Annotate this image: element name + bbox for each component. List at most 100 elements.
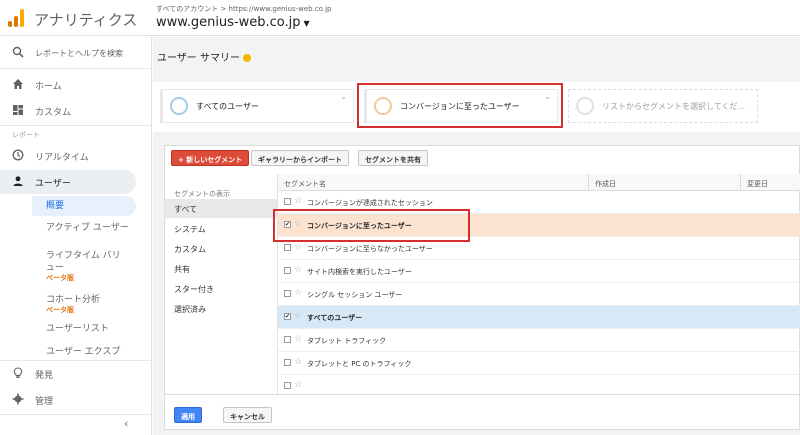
property-name: www.genius-web.co.jp <box>156 15 301 30</box>
star-icon[interactable]: ☆ <box>294 242 302 252</box>
segment-table: セグメント名 作成日 変更日 ☆ コンバージョンが達成されたセッション ✔ ☆ … <box>277 174 800 394</box>
divider <box>0 68 152 69</box>
search-icon <box>12 46 24 58</box>
sidebar-subitem-active-users[interactable]: アクティブ ユーザー <box>46 222 129 234</box>
divider <box>0 414 152 415</box>
search-label: レポートとヘルプを検索 <box>35 49 123 58</box>
top-bar: アナリティクス すべてのアカウント > https://www.genius-w… <box>0 0 800 36</box>
sidebar-item-admin[interactable]: 管理 <box>0 388 152 412</box>
divider <box>0 125 152 126</box>
segment-card-all-users[interactable]: すべてのユーザー ⌄ <box>160 89 354 123</box>
star-icon[interactable]: ☆ <box>294 311 302 321</box>
ltv-label-line1: ライフタイム バリ <box>46 251 121 261</box>
sidebar-subitem-user-explorer[interactable]: ユーザー エクスプ <box>46 346 120 358</box>
segment-name: すべてのユーザー <box>307 314 363 322</box>
new-segment-button[interactable]: + 新しいセグメント <box>171 150 250 166</box>
sidebar-item-home[interactable]: ホーム <box>0 73 152 97</box>
sidebar-subitem-overview[interactable]: 概要 <box>32 196 136 216</box>
segment-strip: すべてのユーザー ⌄ コンバージョンに至ったユーザー ⌄ リストからセグメントを… <box>153 82 800 132</box>
row-checkbox[interactable] <box>284 336 291 343</box>
import-gallery-button[interactable]: ギャラリーからインポート <box>251 150 349 166</box>
home-icon <box>13 79 23 89</box>
row-checkbox[interactable] <box>284 382 291 389</box>
segment-placeholder-label: リストからセグメントを選択してくだ... <box>602 102 746 111</box>
sidebar-search[interactable]: レポートとヘルプを検索 <box>0 41 152 65</box>
sidebar-subitem-user-list[interactable]: ユーザーリスト <box>46 323 109 335</box>
caret-down-icon: ▼ <box>303 19 310 28</box>
segment-label: すべてのユーザー <box>196 102 259 111</box>
chevron-down-icon[interactable]: ⌄ <box>340 92 347 101</box>
row-checkbox[interactable] <box>284 198 291 205</box>
table-row[interactable]: ☆ シングル セッション ユーザー <box>278 283 800 306</box>
column-header-created[interactable]: 作成日 <box>588 174 740 191</box>
sidebar-label: 発見 <box>35 371 54 381</box>
row-checkbox[interactable] <box>284 290 291 297</box>
panel-footer: 適用 キャンセル <box>165 394 800 431</box>
filter-item-starred[interactable]: スター付き <box>165 279 277 298</box>
collapse-sidebar-icon[interactable]: ‹ <box>124 417 128 430</box>
star-icon[interactable]: ☆ <box>294 288 302 298</box>
segment-picker-panel: + 新しいセグメント ギャラリーからインポート セグメントを共有 セグメントの表… <box>164 145 800 430</box>
beta-badge: ベータ版 <box>46 306 74 314</box>
star-icon[interactable]: ☆ <box>294 196 302 206</box>
sidebar-item-custom[interactable]: カスタム <box>0 99 152 123</box>
segment-name: サイト内検索を実行したユーザー <box>307 268 412 276</box>
filter-item-selected[interactable]: 選択済み <box>165 299 277 318</box>
table-row[interactable]: ☆ サイト内検索を実行したユーザー <box>278 260 800 283</box>
person-icon <box>13 176 23 186</box>
sidebar-item-user[interactable]: ユーザー <box>0 170 136 194</box>
star-icon[interactable]: ☆ <box>294 265 302 275</box>
column-header-name[interactable]: セグメント名 <box>278 174 588 191</box>
segment-name: タブレット トラフィック <box>307 337 387 345</box>
breadcrumb[interactable]: すべてのアカウント > https://www.genius-web.co.jp <box>156 4 331 14</box>
dashboard-icon <box>13 105 23 115</box>
divider <box>0 360 152 361</box>
sidebar-item-realtime[interactable]: リアルタイム <box>0 144 152 168</box>
segment-card-placeholder[interactable]: リストからセグメントを選択してくだ... <box>568 89 758 123</box>
app-title: アナリティクス <box>34 11 138 29</box>
column-header-modified[interactable]: 変更日 <box>740 174 800 191</box>
page-title-text: ユーザー サマリー <box>157 53 240 64</box>
segment-name: シングル セッション ユーザー <box>307 291 403 299</box>
segment-ring-icon <box>170 97 188 115</box>
share-segment-button[interactable]: セグメントを共有 <box>358 150 428 166</box>
row-checkbox[interactable] <box>284 267 291 274</box>
highlight-box <box>357 83 563 128</box>
sidebar-subitem-lifetime-value[interactable]: ライフタイム バリ ュー ベータ版 <box>46 250 121 283</box>
page-title: ユーザー サマリー <box>157 49 251 64</box>
segment-name: タブレットと PC のトラフィック <box>307 360 412 368</box>
star-icon[interactable]: ☆ <box>294 334 302 344</box>
segment-ring-icon <box>576 97 594 115</box>
analytics-logo-icon[interactable] <box>8 9 24 27</box>
clock-icon <box>12 149 24 161</box>
section-label-reports: レポート <box>12 131 40 139</box>
row-checkbox[interactable] <box>284 244 291 251</box>
sidebar-label: 管理 <box>35 397 54 407</box>
row-checkbox[interactable] <box>284 359 291 366</box>
filter-item-system[interactable]: システム <box>165 219 277 238</box>
table-row[interactable]: ☆ タブレット トラフィック <box>278 329 800 352</box>
segment-filter-list: セグメントの表示 すべて システム カスタム 共有 スター付き 選択済み <box>165 174 277 394</box>
table-row[interactable]: ☆ <box>278 375 800 394</box>
sidebar-label: カスタム <box>35 108 72 118</box>
sidebar-label: ホーム <box>35 82 62 92</box>
filter-item-custom[interactable]: カスタム <box>165 239 277 258</box>
segment-name: コンバージョンに至らなかったユーザー <box>307 245 433 253</box>
star-icon[interactable]: ☆ <box>294 357 302 367</box>
filter-heading: セグメントの表示 <box>174 190 230 198</box>
property-selector[interactable]: www.genius-web.co.jp ▼ <box>156 15 310 30</box>
star-icon[interactable]: ☆ <box>294 380 302 390</box>
row-checkbox[interactable]: ✔ <box>284 313 291 320</box>
sidebar: レポートとヘルプを検索 ホーム カスタム レポート リアルタイム ユーザー 概要… <box>0 37 152 435</box>
table-row[interactable]: ✔ ☆ すべてのユーザー <box>278 306 800 329</box>
sidebar-subitem-cohort[interactable]: コホート分析 ベータ版 <box>46 294 100 315</box>
sidebar-item-discover[interactable]: 発見 <box>0 362 152 386</box>
cancel-button[interactable]: キャンセル <box>223 407 272 423</box>
table-row[interactable]: ☆ タブレットと PC のトラフィック <box>278 352 800 375</box>
filter-item-all[interactable]: すべて <box>165 199 277 218</box>
beta-badge: ベータ版 <box>46 274 74 282</box>
filter-item-shared[interactable]: 共有 <box>165 259 277 278</box>
highlight-box <box>273 209 470 242</box>
verified-badge-icon <box>242 54 251 62</box>
apply-button[interactable]: 適用 <box>174 407 202 423</box>
